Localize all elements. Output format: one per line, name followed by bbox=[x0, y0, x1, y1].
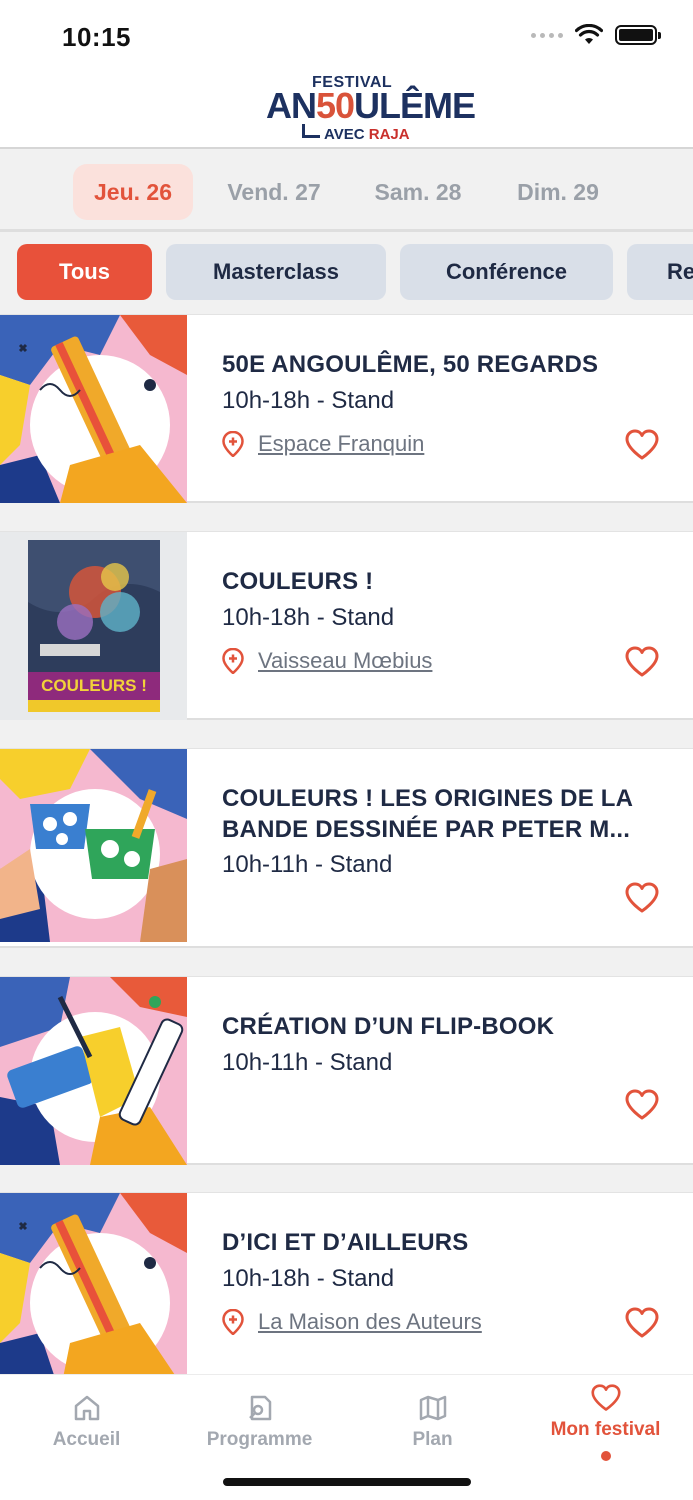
event-card[interactable]: D’ICI ET D’AILLEURS 10h-18h - Stand La M… bbox=[0, 1192, 693, 1393]
day-tab-sam-28[interactable]: Sam. 28 bbox=[357, 164, 479, 220]
logo-bottom-text: AVEC RAJA bbox=[324, 126, 410, 143]
event-time: 10h-18h - Stand bbox=[222, 1265, 395, 1292]
active-tab-indicator bbox=[600, 1451, 611, 1461]
event-thumbnail bbox=[0, 977, 187, 1165]
status-icons bbox=[531, 24, 661, 46]
tab-label: Mon festival bbox=[550, 1419, 661, 1440]
tab-programme[interactable]: Programme bbox=[173, 1375, 346, 1475]
day-tab-dim-29[interactable]: Dim. 29 bbox=[499, 164, 617, 220]
filter-chip-partial[interactable]: Re bbox=[627, 244, 693, 300]
favorite-heart-icon[interactable] bbox=[625, 1089, 659, 1121]
card-spacer bbox=[0, 948, 693, 976]
event-card[interactable]: CRÉATION D’UN FLIP-BOOK 10h-11h - Stand bbox=[0, 976, 693, 1165]
event-time: 10h-18h - Stand bbox=[222, 604, 395, 631]
event-title: D’ICI ET D’AILLEURS bbox=[222, 1229, 469, 1256]
event-card[interactable]: COULEURS ! LES ORIGINES DE LA BANDE DESS… bbox=[0, 748, 693, 948]
home-icon bbox=[74, 1395, 99, 1421]
card-spacer bbox=[0, 720, 693, 748]
event-location[interactable]: Espace Franquin bbox=[222, 431, 424, 457]
event-time: 10h-11h - Stand bbox=[222, 1049, 393, 1076]
event-location-label[interactable]: Espace Franquin bbox=[258, 431, 424, 457]
event-card[interactable]: 50E ANGOULÊME, 50 REGARDS 10h-18h - Stan… bbox=[0, 314, 693, 503]
favorite-heart-icon[interactable] bbox=[625, 429, 659, 461]
event-thumbnail bbox=[0, 1193, 187, 1393]
tab-mon-festival[interactable]: Mon festival bbox=[519, 1375, 692, 1475]
heart-icon bbox=[590, 1384, 621, 1411]
day-tab-vend-27[interactable]: Vend. 27 bbox=[211, 164, 337, 220]
tab-plan[interactable]: Plan bbox=[346, 1375, 519, 1475]
event-location[interactable]: Vaisseau Mœbius bbox=[222, 648, 432, 674]
event-title: COULEURS ! LES ORIGINES DE LA BANDE DESS… bbox=[222, 785, 633, 843]
event-thumbnail: COULEURS ! bbox=[0, 532, 187, 720]
card-spacer bbox=[0, 503, 693, 531]
event-title: CRÉATION D’UN FLIP-BOOK bbox=[222, 1013, 555, 1040]
day-tab-jeu-26[interactable]: Jeu. 26 bbox=[73, 164, 193, 220]
event-location-label[interactable]: Vaisseau Mœbius bbox=[258, 648, 432, 674]
signal-icon bbox=[531, 32, 563, 38]
filter-chip-conference[interactable]: Conférence bbox=[400, 244, 613, 300]
program-icon bbox=[248, 1395, 271, 1421]
event-thumbnail bbox=[0, 749, 187, 942]
day-selector: Jeu. 26 Vend. 27 Sam. 28 Dim. 29 bbox=[0, 149, 693, 229]
tab-label: Accueil bbox=[52, 1429, 121, 1450]
battery-icon bbox=[615, 25, 661, 45]
event-location-label[interactable]: La Maison des Auteurs bbox=[258, 1309, 482, 1335]
filter-chip-masterclass[interactable]: Masterclass bbox=[166, 244, 386, 300]
favorite-heart-icon[interactable] bbox=[625, 646, 659, 678]
event-time: 10h-18h - Stand bbox=[222, 387, 395, 414]
wifi-icon bbox=[575, 24, 603, 44]
location-pin-icon bbox=[222, 1309, 244, 1335]
event-thumbnail bbox=[0, 315, 187, 503]
event-card[interactable]: COULEURS ! COULEURS ! 10h-18h - Stand Va… bbox=[0, 531, 693, 720]
location-pin-icon bbox=[222, 431, 244, 457]
status-bar: 10:15 bbox=[0, 0, 693, 70]
favorite-heart-icon[interactable] bbox=[625, 882, 659, 914]
status-time: 10:15 bbox=[62, 22, 131, 52]
filter-chips: Tous Masterclass Conférence Re bbox=[0, 232, 693, 314]
logo-speech-bubble bbox=[302, 124, 320, 138]
event-title: COULEURS ! bbox=[222, 568, 374, 595]
event-title: 50E ANGOULÊME, 50 REGARDS bbox=[222, 351, 599, 378]
logo-main-text: AN50ULÊME bbox=[266, 85, 476, 126]
filter-chip-tous[interactable]: Tous bbox=[17, 244, 152, 300]
card-spacer bbox=[0, 1165, 693, 1193]
event-time: 10h-11h - Stand bbox=[222, 851, 393, 878]
tab-label: Plan bbox=[412, 1429, 453, 1450]
home-indicator bbox=[223, 1478, 471, 1486]
favorite-heart-icon[interactable] bbox=[625, 1307, 659, 1339]
event-location[interactable]: La Maison des Auteurs bbox=[222, 1309, 482, 1335]
map-icon bbox=[419, 1395, 446, 1421]
tab-label: Programme bbox=[206, 1429, 313, 1450]
location-pin-icon bbox=[222, 648, 244, 674]
festival-logo: FESTIVAL AN50ULÊME AVEC RAJA bbox=[262, 74, 476, 146]
tab-accueil[interactable]: Accueil bbox=[0, 1375, 173, 1475]
poster-title-text: COULEURS ! bbox=[41, 676, 147, 695]
